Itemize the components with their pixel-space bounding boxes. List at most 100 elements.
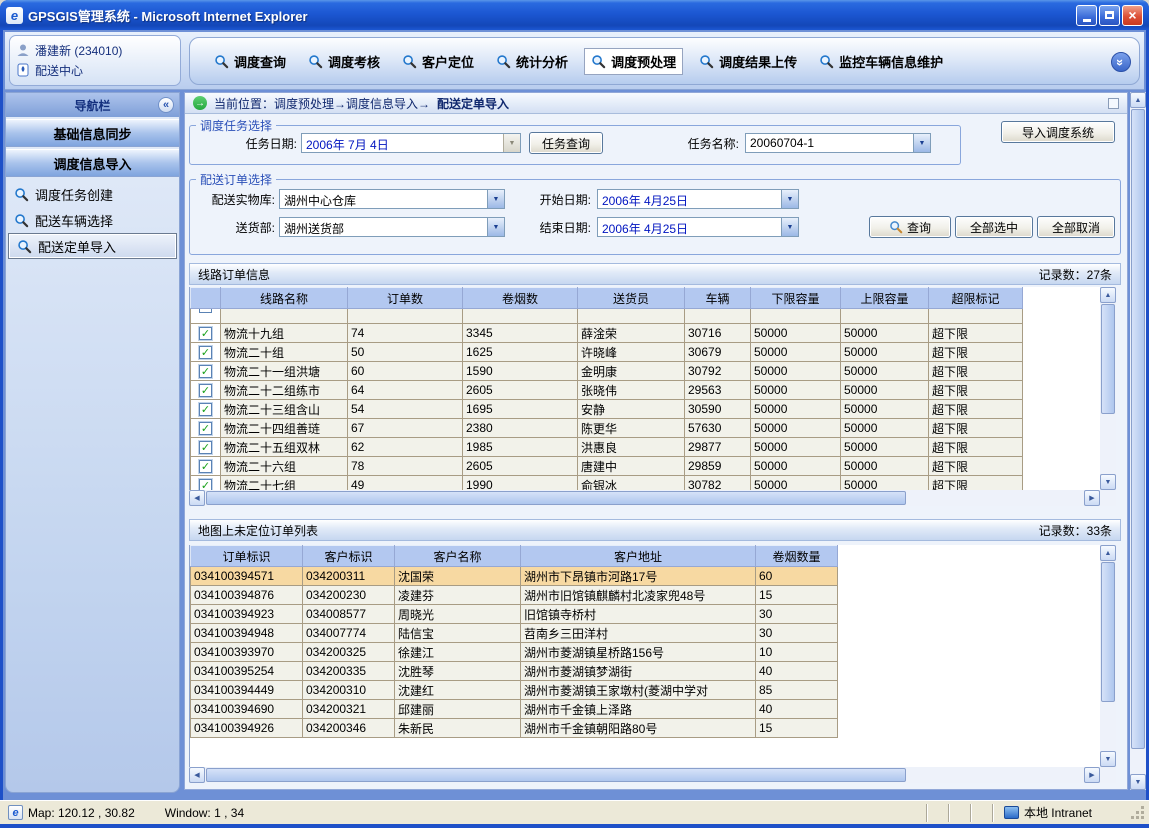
unlocated-orders-hscrollbar[interactable]: ◀ ▶: [189, 767, 1100, 783]
scrollbar-thumb[interactable]: [206, 491, 906, 505]
column-header[interactable]: 客户名称: [395, 546, 521, 567]
nav-item-customer-locate[interactable]: 客户定位: [396, 49, 480, 74]
route-orders-hscrollbar[interactable]: ◀ ▶: [189, 490, 1100, 506]
row-checkbox[interactable]: ✓: [199, 479, 212, 490]
dropdown-arrow-icon[interactable]: ▼: [487, 218, 504, 236]
scroll-down-icon[interactable]: ▼: [1130, 774, 1146, 790]
dropdown-arrow-icon[interactable]: ▼: [781, 218, 798, 236]
task-name-combo[interactable]: 20060704-1 ▼: [745, 133, 931, 153]
warehouse-combo[interactable]: 湖州中心仓库 ▼: [279, 189, 505, 209]
minimize-button[interactable]: [1076, 5, 1097, 26]
nav-item-stats-analysis[interactable]: 统计分析: [490, 49, 574, 74]
row-checkbox[interactable]: ✓: [199, 422, 212, 435]
sidebar-group-dispatch-info-import[interactable]: 调度信息导入: [6, 149, 179, 177]
scroll-down-icon[interactable]: ▼: [1100, 751, 1116, 767]
nav-item-dispatch-query[interactable]: 调度查询: [208, 49, 292, 74]
sidebar-item-select-delivery-vehicle[interactable]: 配送车辆选择: [6, 207, 179, 233]
task-date-combo[interactable]: 2006年 7月 4日 ▼: [301, 133, 521, 153]
nav-item-dispatch-result-upload[interactable]: 调度结果上传: [693, 49, 803, 74]
table-row[interactable]: 034100395254034200335沈胜琴湖州市菱湖镇梦湖街40: [191, 662, 1101, 681]
scrollbar-thumb[interactable]: [1101, 304, 1115, 414]
sidebar-item-create-dispatch-task[interactable]: 调度任务创建: [6, 181, 179, 207]
column-header[interactable]: 客户地址: [521, 546, 756, 567]
sidebar-item-import-delivery-order[interactable]: 配送定单导入: [8, 233, 177, 259]
dropdown-arrow-icon[interactable]: ▼: [487, 190, 504, 208]
table-row[interactable]: ✓物流二十五组双林621985洪惠良298775000050000超下限: [191, 438, 1101, 457]
select-all-button[interactable]: 全部选中: [955, 216, 1033, 238]
column-header[interactable]: 车辆: [685, 288, 751, 309]
table-cell: 湖州市菱湖镇王家墩村(菱湖中学对: [521, 681, 756, 700]
scroll-up-icon[interactable]: ▲: [1100, 287, 1116, 303]
row-checkbox[interactable]: ✓: [199, 346, 212, 359]
end-date-combo[interactable]: 2006年 4月25日 ▼: [597, 217, 799, 237]
content-vscrollbar[interactable]: ▲ ▼: [1130, 92, 1146, 790]
delivery-dept-combo[interactable]: 湖州送货部 ▼: [279, 217, 505, 237]
column-header[interactable]: 上限容量: [841, 288, 929, 309]
column-header[interactable]: 下限容量: [751, 288, 841, 309]
query-button[interactable]: 查询: [869, 216, 951, 238]
chevrons-down-icon[interactable]: »: [1111, 52, 1131, 72]
clear-all-button[interactable]: 全部取消: [1037, 216, 1115, 238]
scroll-left-icon[interactable]: ◀: [189, 490, 205, 506]
table-row[interactable]: 034100394449034200310沈建红湖州市菱湖镇王家墩村(菱湖中学对…: [191, 681, 1101, 700]
scrollbar-thumb[interactable]: [1131, 109, 1145, 749]
dropdown-arrow-icon[interactable]: ▼: [913, 134, 930, 152]
panel-collapse-button[interactable]: [1108, 98, 1119, 109]
scroll-up-icon[interactable]: ▲: [1130, 92, 1146, 108]
table-row[interactable]: ✓物流二十七组491990俞银冰307825000050000超下限: [191, 476, 1101, 491]
import-dispatch-system-button[interactable]: 导入调度系统: [1001, 121, 1115, 143]
scrollbar-thumb[interactable]: [1101, 562, 1115, 702]
row-checkbox[interactable]: ✓: [199, 327, 212, 340]
dropdown-arrow-icon[interactable]: ▼: [781, 190, 798, 208]
table-row[interactable]: ✓物流二十一组洪塘601590金明康307925000050000超下限: [191, 362, 1101, 381]
collapse-left-icon[interactable]: «: [158, 97, 174, 113]
route-orders-vscrollbar[interactable]: ▲ ▼: [1100, 287, 1116, 490]
table-row[interactable]: ✓物流二十二组练市642605张晓伟295635000050000超下限: [191, 381, 1101, 400]
task-query-button[interactable]: 任务查询: [529, 132, 603, 154]
table-row[interactable]: 034100394690034200321邱建丽湖州市千金镇上泽路40: [191, 700, 1101, 719]
start-date-combo[interactable]: 2006年 4月25日 ▼: [597, 189, 799, 209]
row-checkbox[interactable]: ✓: [199, 441, 212, 454]
nav-item-dispatch-assess[interactable]: 调度考核: [302, 49, 386, 74]
row-checkbox[interactable]: ✓: [199, 384, 212, 397]
scroll-right-icon[interactable]: ▶: [1084, 767, 1100, 783]
column-header[interactable]: 卷烟数: [463, 288, 578, 309]
column-header[interactable]: 客户标识: [303, 546, 395, 567]
column-header[interactable]: 送货员: [578, 288, 685, 309]
row-checkbox[interactable]: ✓: [199, 365, 212, 378]
table-row[interactable]: 034100394926034200346朱新民湖州市千金镇朝阳路80号15: [191, 719, 1101, 738]
table-row[interactable]: ✓物流十九组743345薛淦荣307165000050000超下限: [191, 324, 1101, 343]
resize-grip[interactable]: [1130, 805, 1146, 821]
column-header[interactable]: 线路名称: [221, 288, 348, 309]
column-header[interactable]: 超限标记: [929, 288, 1023, 309]
scroll-down-icon[interactable]: ▼: [1100, 474, 1116, 490]
table-row[interactable]: 034100393970034200325徐建江湖州市菱湖镇星桥路156号10: [191, 643, 1101, 662]
table-row[interactable]: 034100394923034008577周晓光旧馆镇寺桥村30: [191, 605, 1101, 624]
dropdown-arrow-icon[interactable]: ▼: [503, 134, 520, 152]
table-row[interactable]: 034100394948034007774陆信宝苕南乡三田洋村30: [191, 624, 1101, 643]
column-header[interactable]: 订单数: [348, 288, 463, 309]
row-checkbox[interactable]: ✓: [199, 460, 212, 473]
column-header[interactable]: 订单标识: [191, 546, 303, 567]
table-cell: 物流二十七组: [221, 476, 348, 491]
table-row[interactable]: ✓物流二十三组含山541695安静305905000050000超下限: [191, 400, 1101, 419]
nav-item-dispatch-preprocess[interactable]: 调度预处理: [584, 48, 683, 75]
table-row[interactable]: 034100394571034200311沈国荣湖州市下昂镇市河路17号60: [191, 567, 1101, 586]
scroll-right-icon[interactable]: ▶: [1084, 490, 1100, 506]
table-row[interactable]: ✓物流二十组501625许晓峰306795000050000超下限: [191, 343, 1101, 362]
scroll-left-icon[interactable]: ◀: [189, 767, 205, 783]
table-row[interactable]: 034100394876034200230凌建芬湖州市旧馆镇麒麟村北凌家兜48号…: [191, 586, 1101, 605]
row-checkbox[interactable]: ✓: [199, 403, 212, 416]
unlocated-orders-vscrollbar[interactable]: ▲ ▼: [1100, 545, 1116, 767]
sidebar-group-base-info-sync[interactable]: 基础信息同步: [6, 119, 179, 147]
maximize-button[interactable]: [1099, 5, 1120, 26]
nav-item-vehicle-info-maintain[interactable]: 监控车辆信息维护: [813, 49, 949, 74]
title-bar[interactable]: e GPSGIS管理系统 - Microsoft Internet Explor…: [0, 0, 1149, 30]
table-row[interactable]: ✓物流二十四组善琏672380陈更华576305000050000超下限: [191, 419, 1101, 438]
filler-column: [838, 546, 1101, 567]
scroll-up-icon[interactable]: ▲: [1100, 545, 1116, 561]
table-row[interactable]: ✓物流二十六组782605唐建中298595000050000超下限: [191, 457, 1101, 476]
close-button[interactable]: ×: [1122, 5, 1143, 26]
scrollbar-thumb[interactable]: [206, 768, 906, 782]
column-header[interactable]: 卷烟数量: [756, 546, 838, 567]
